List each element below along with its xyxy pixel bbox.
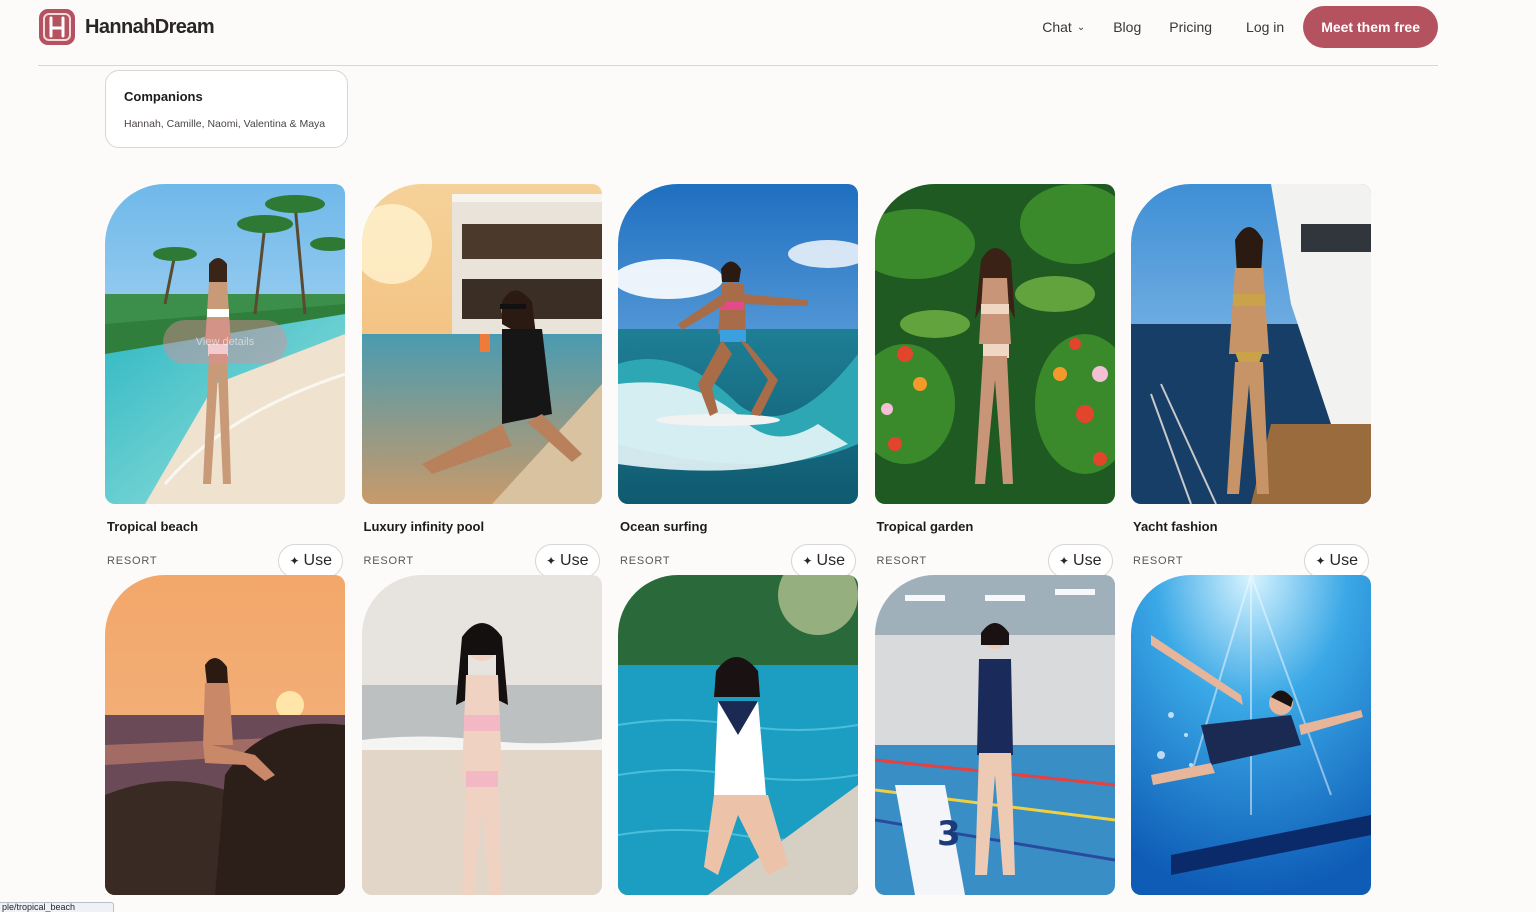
view-details-overlay[interactable]: View details xyxy=(163,320,287,364)
magic-wand-icon: ✦ xyxy=(1058,554,1070,568)
scene-image-yacht-fashion[interactable] xyxy=(1131,184,1371,504)
use-button[interactable]: ✦ Use xyxy=(1304,544,1369,578)
main-nav: Chat ⌄ Blog Pricing Log in Meet them fre… xyxy=(1014,6,1438,48)
magic-wand-icon: ✦ xyxy=(1315,554,1326,568)
use-label: Use xyxy=(1073,552,1102,569)
scene-card: Luxury infinity pool RESORT ✦ Use xyxy=(361,184,602,578)
scene-title: Yacht fashion xyxy=(1133,519,1218,534)
magic-wand-icon: ✦ xyxy=(802,554,813,568)
brand-logo[interactable]: HannahDream xyxy=(39,9,215,45)
scene-image-luxury-infinity-pool[interactable] xyxy=(361,184,602,504)
scene-image-poolside-sailor[interactable] xyxy=(618,575,858,895)
use-button[interactable]: ✦ Use xyxy=(534,544,600,578)
scene-title: Luxury infinity pool xyxy=(363,519,485,534)
scene-title: Ocean surfing xyxy=(620,519,708,534)
scene-footer: RESORT ✦ Use xyxy=(875,544,1115,578)
scene-image-indoor-pool[interactable]: 3 xyxy=(874,575,1115,895)
scene-footer: RESORT ✦ Use xyxy=(618,544,858,578)
scene-card xyxy=(361,575,602,895)
scene-card: Tropical garden RESORT ✦ Use xyxy=(874,184,1115,578)
chevron-down-icon: ⌄ xyxy=(1076,21,1086,33)
use-label: Use xyxy=(560,552,589,569)
scene-card: 3 xyxy=(874,575,1115,895)
login-link[interactable]: Log in xyxy=(1246,19,1284,35)
logo-icon xyxy=(39,9,75,45)
scene-tag: RESORT xyxy=(363,555,414,567)
scene-footer: RESORT ✦ Use xyxy=(362,544,602,578)
status-url-bar: ple/tropical_beach xyxy=(0,902,114,912)
nav-blog-link[interactable]: Blog xyxy=(1113,19,1141,35)
view-details-label: View details xyxy=(195,336,255,348)
brand-name: HannahDream xyxy=(85,15,215,38)
magic-wand-icon: ✦ xyxy=(545,554,557,568)
scene-title: Tropical beach xyxy=(107,519,199,534)
scene-title: Tropical garden xyxy=(876,519,974,534)
scene-tag: RESORT xyxy=(107,555,158,567)
use-label: Use xyxy=(303,552,332,569)
use-button[interactable]: ✦ Use xyxy=(791,544,856,578)
use-label: Use xyxy=(1329,552,1358,569)
meet-them-free-button[interactable]: Meet them free xyxy=(1303,6,1438,48)
scene-tag: RESORT xyxy=(876,555,927,567)
scene-card: View details Tropical beach RESORT ✦ Use xyxy=(105,184,345,578)
top-navigation-bar: HannahDream Chat ⌄ Blog Pricing Log in M… xyxy=(38,0,1438,66)
scene-image-underwater-swim[interactable] xyxy=(1131,575,1371,895)
nav-pricing-link[interactable]: Pricing xyxy=(1169,19,1212,35)
companions-title: Companions xyxy=(124,89,203,104)
use-button[interactable]: ✦ Use xyxy=(278,544,343,578)
scene-image-tropical-beach[interactable]: View details xyxy=(105,184,345,504)
scene-footer: RESORT ✦ Use xyxy=(105,544,345,578)
nav-chat-label: Chat xyxy=(1042,19,1072,35)
scene-card xyxy=(105,575,345,895)
svg-text:3: 3 xyxy=(937,814,961,854)
scene-tag: RESORT xyxy=(1133,555,1184,567)
scene-image-ocean-surfing[interactable] xyxy=(618,184,858,504)
companions-names: Hannah, Camille, Naomi, Valentina & Maya xyxy=(124,118,326,130)
scene-card xyxy=(1131,575,1371,895)
scene-footer: RESORT ✦ Use xyxy=(1131,544,1371,578)
scene-card: Yacht fashion RESORT ✦ Use xyxy=(1131,184,1371,578)
scene-grid: View details Tropical beach RESORT ✦ Use xyxy=(105,184,1371,895)
nav-chat-dropdown[interactable]: Chat ⌄ xyxy=(1042,19,1085,35)
scene-card: Ocean surfing RESORT ✦ Use xyxy=(618,184,858,578)
companions-card[interactable]: Companions Hannah, Camille, Naomi, Valen… xyxy=(105,70,348,148)
scene-tag: RESORT xyxy=(620,555,671,567)
scene-image-sunset-rocks[interactable] xyxy=(105,575,345,895)
scene-image-tropical-garden[interactable] xyxy=(874,184,1115,504)
use-label: Use xyxy=(816,552,845,569)
magic-wand-icon: ✦ xyxy=(289,554,300,568)
use-button[interactable]: ✦ Use xyxy=(1047,544,1113,578)
scene-card xyxy=(618,575,858,895)
scene-image-beach-portrait[interactable] xyxy=(361,575,602,895)
